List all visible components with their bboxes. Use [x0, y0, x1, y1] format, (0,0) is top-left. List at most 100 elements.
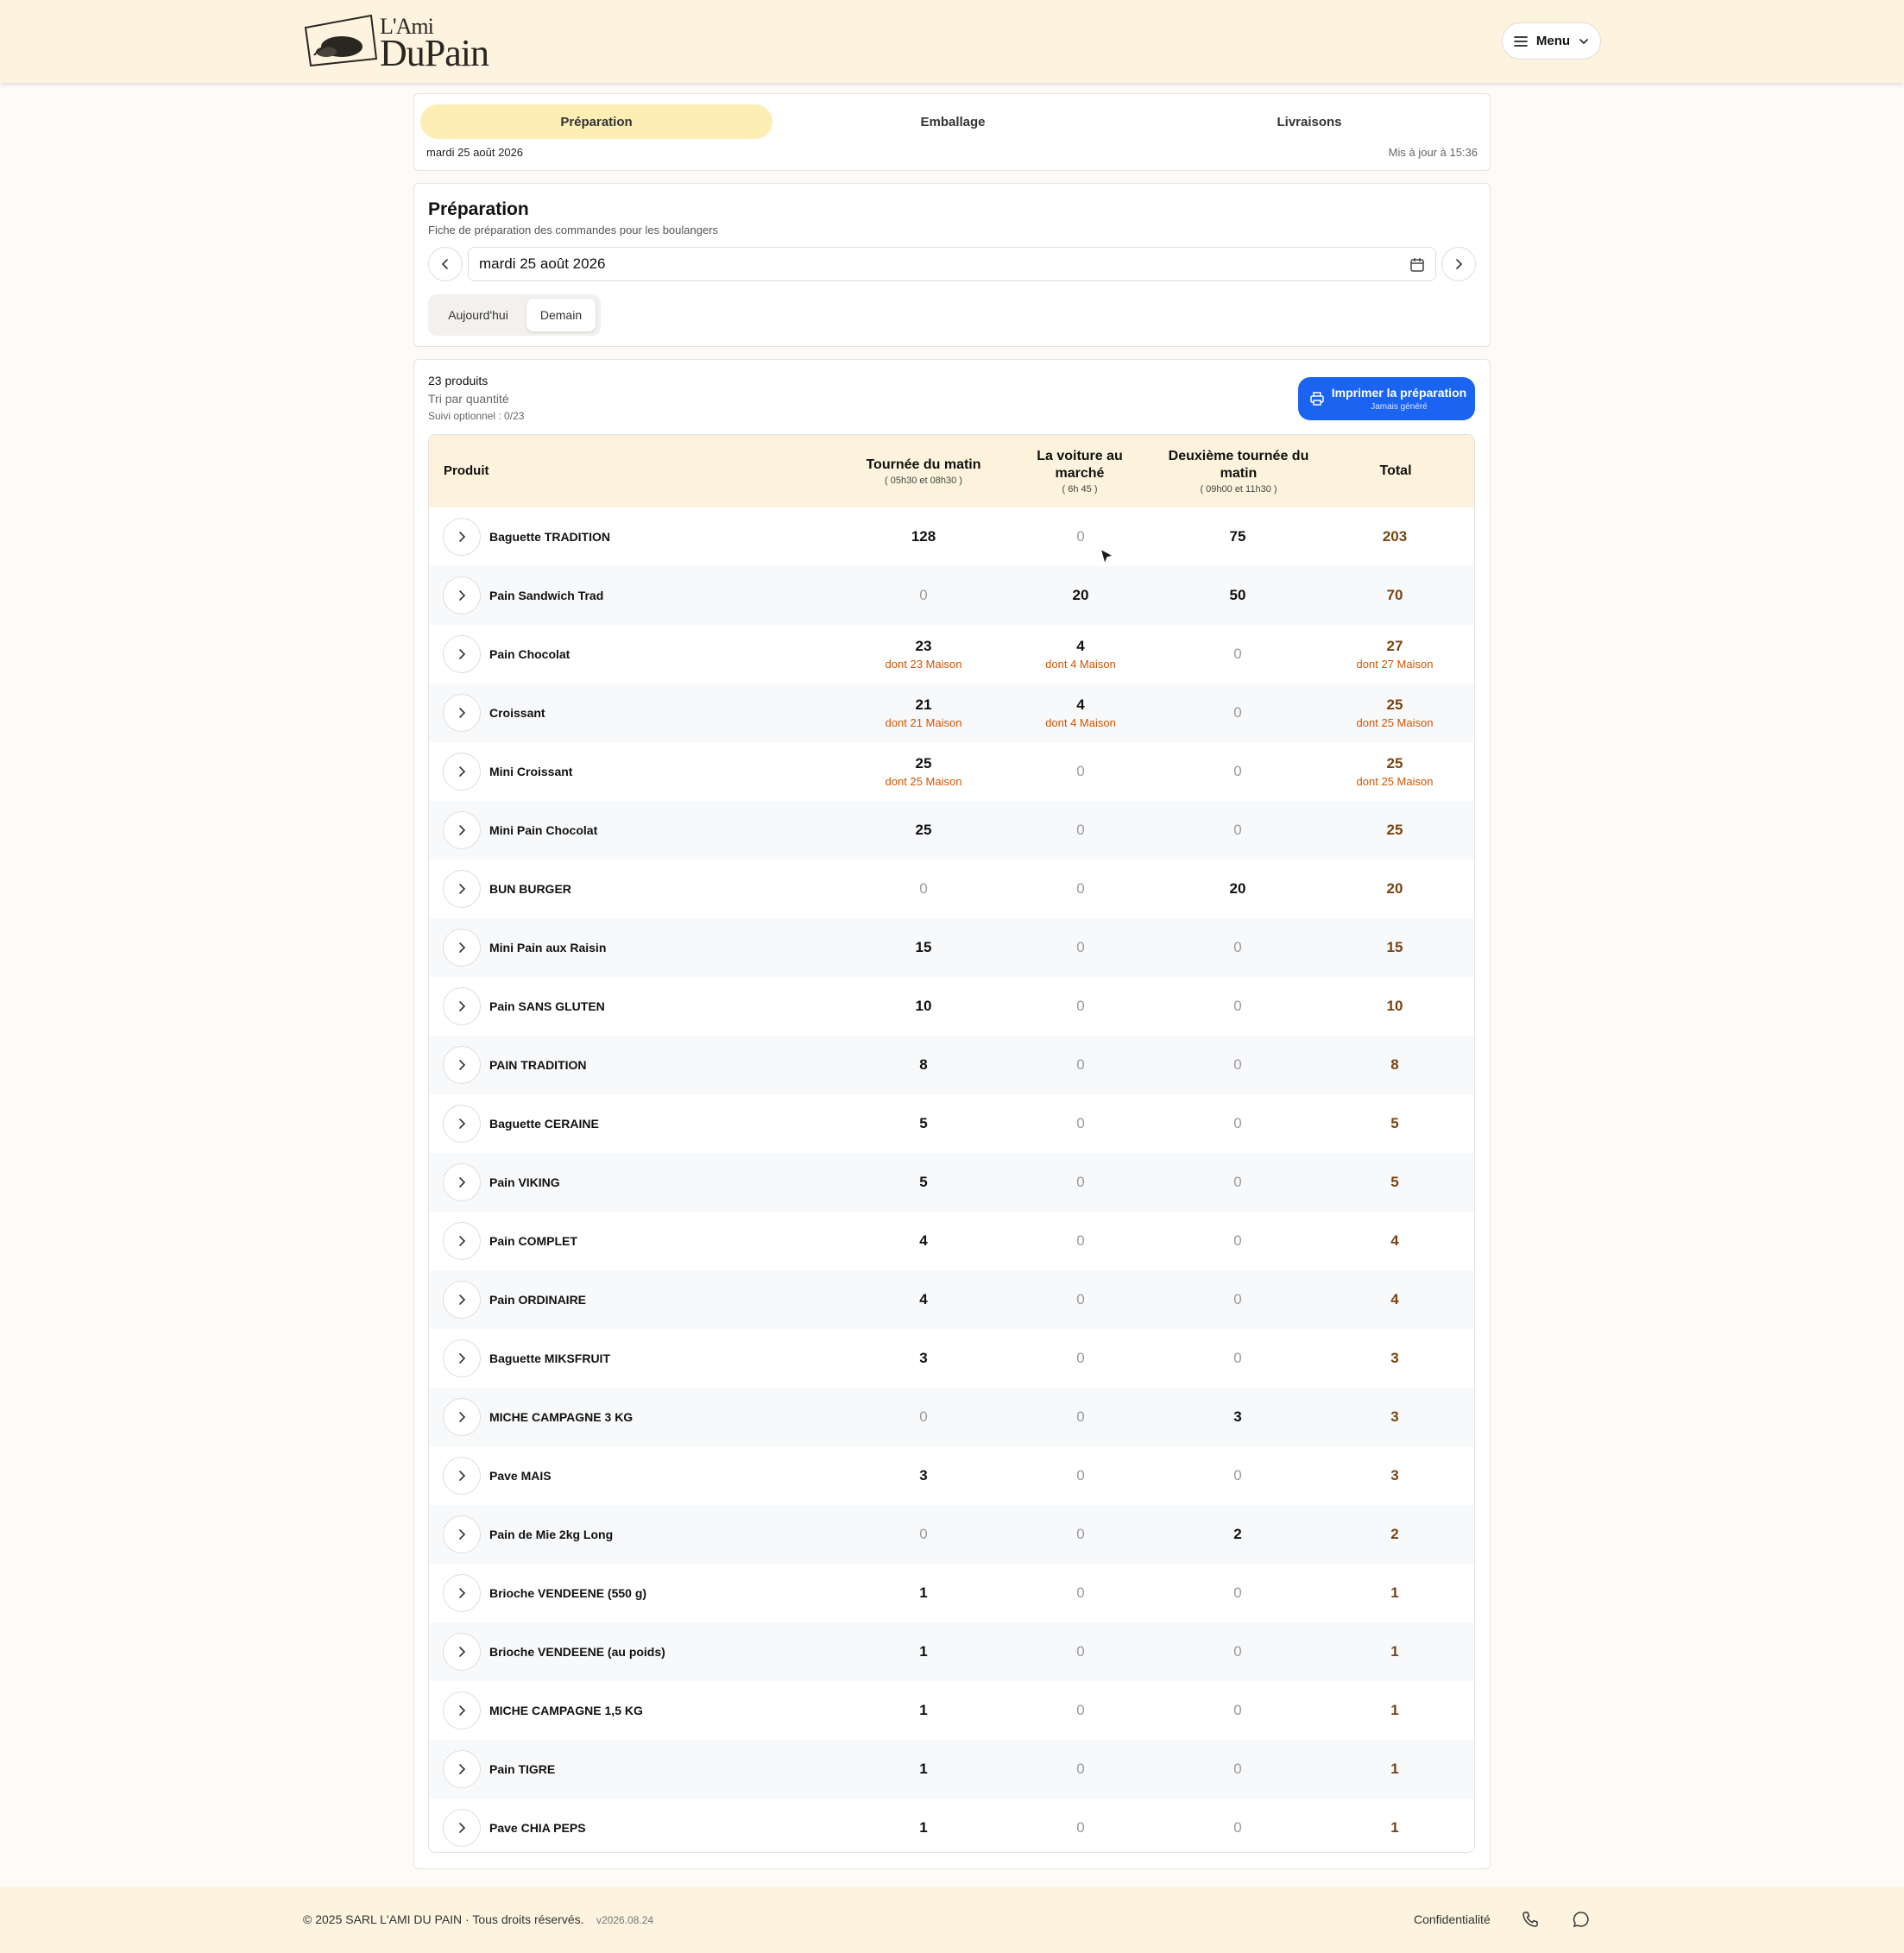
- privacy-link[interactable]: Confidentialité: [1414, 1912, 1491, 1926]
- tab-livraisons[interactable]: Livraisons: [1133, 104, 1485, 139]
- qty-market: 0: [1003, 1505, 1158, 1564]
- expand-row-button[interactable]: [443, 1163, 481, 1201]
- expand-row-button[interactable]: [443, 1339, 481, 1377]
- prev-day-button[interactable]: [428, 247, 463, 281]
- chevron-right-icon: [459, 1001, 466, 1011]
- qty-morning: 25: [846, 801, 1001, 860]
- qty-value: 0: [1076, 1584, 1085, 1601]
- qty-morning: 21 dont 21 Maison: [846, 684, 1001, 742]
- qty-market: 4 dont 4 Maison: [1003, 625, 1158, 684]
- qty-value: 0: [1233, 1291, 1242, 1307]
- qty-total: 1: [1317, 1681, 1472, 1740]
- app-footer: © 2025 SARL L'AMI DU PAIN · Tous droits …: [0, 1887, 1904, 1953]
- qty-market: 0: [1003, 1799, 1158, 1852]
- table-row: Mini Croissant 25 dont 25 Maison 0 0 25 dont 2…: [429, 742, 1474, 801]
- qty-value: 0: [1076, 1232, 1085, 1249]
- product-name: Pain SANS GLUTEN: [489, 999, 605, 1013]
- menu-label: Menu: [1535, 34, 1571, 48]
- expand-row-button[interactable]: [443, 1750, 481, 1788]
- today-button[interactable]: Aujourd'hui: [432, 299, 524, 331]
- qty-second: 0: [1160, 977, 1315, 1036]
- qty-value: 15: [1386, 939, 1403, 955]
- expand-row-button[interactable]: [443, 753, 481, 791]
- col-total: Total: [1340, 435, 1452, 507]
- qty-morning: 0: [846, 1505, 1001, 1564]
- tab-emballage[interactable]: Emballage: [777, 104, 1129, 139]
- product-name: Baguette MIKSFRUIT: [489, 1351, 610, 1365]
- expand-row-button[interactable]: [443, 1574, 481, 1612]
- qty-value: 8: [919, 1056, 928, 1073]
- qty-total: 203: [1317, 507, 1472, 566]
- qty-value: 1: [919, 1643, 928, 1660]
- expand-row-button[interactable]: [443, 694, 481, 732]
- expand-row-button[interactable]: [443, 635, 481, 673]
- qty-value: 2: [1390, 1526, 1399, 1542]
- qty-total: 3: [1317, 1388, 1472, 1446]
- last-updated: Mis à jour à 15:36: [1388, 146, 1478, 159]
- expand-row-button[interactable]: [443, 987, 481, 1025]
- expand-row-button[interactable]: [443, 1222, 481, 1260]
- qty-morning: 8: [846, 1036, 1001, 1094]
- col-product-title: Produit: [444, 463, 489, 478]
- maison-note: dont 25 Maison: [1356, 716, 1434, 729]
- expand-row-button[interactable]: [443, 1515, 481, 1553]
- logo-text: L'Ami DuPain: [380, 16, 489, 72]
- qty-second: 0: [1160, 1094, 1315, 1153]
- phone-icon[interactable]: [1522, 1911, 1539, 1928]
- tab-preparation[interactable]: Préparation: [420, 104, 772, 139]
- expand-row-button[interactable]: [443, 1692, 481, 1729]
- table-row: Mini Pain Chocolat 25 0 0 25: [429, 801, 1474, 860]
- next-day-button[interactable]: [1441, 247, 1476, 281]
- qty-value: 4: [919, 1291, 928, 1307]
- qty-second: 0: [1160, 1446, 1315, 1505]
- logo-line2: DuPain: [380, 32, 489, 74]
- tomorrow-button[interactable]: Demain: [526, 299, 596, 331]
- qty-market: 0: [1003, 1153, 1158, 1212]
- qty-second: 0: [1160, 1036, 1315, 1094]
- qty-value: 0: [1076, 1056, 1085, 1073]
- chevron-right-icon: [459, 1236, 466, 1246]
- expand-row-button[interactable]: [443, 1398, 481, 1436]
- product-name: MICHE CAMPAGNE 3 KG: [489, 1410, 634, 1424]
- qty-total: 4: [1317, 1270, 1472, 1329]
- qty-value: 0: [1076, 822, 1085, 838]
- table-row: Pain de Mie 2kg Long 0 0 2 2: [429, 1505, 1474, 1564]
- expand-row-button[interactable]: [443, 1809, 481, 1847]
- preparation-table: Produit Tournée du matin ( 05h30 et 08h30…: [428, 434, 1475, 1853]
- calendar-icon[interactable]: [1409, 257, 1425, 273]
- qty-morning: 0: [846, 566, 1001, 625]
- expand-row-button[interactable]: [443, 811, 481, 849]
- expand-row-button[interactable]: [443, 1281, 481, 1319]
- chevron-left-icon: [441, 259, 448, 269]
- table-row: Pain COMPLET 4 0 0 4: [429, 1212, 1474, 1270]
- qty-value: 5: [919, 1174, 928, 1190]
- qty-value: 4: [1076, 696, 1085, 713]
- qty-market: 0: [1003, 742, 1158, 801]
- expand-row-button[interactable]: [443, 929, 481, 967]
- print-preparation-button[interactable]: Imprimer la préparation Jamais généré: [1298, 377, 1475, 420]
- qty-value: 23: [915, 638, 932, 654]
- qty-value: 203: [1382, 528, 1408, 545]
- expand-row-button[interactable]: [443, 1105, 481, 1143]
- qty-total: 25 dont 25 Maison: [1317, 742, 1472, 801]
- menu-button[interactable]: Menu: [1502, 22, 1601, 60]
- expand-row-button[interactable]: [443, 870, 481, 908]
- date-picker-input[interactable]: mardi 25 août 2026: [468, 247, 1436, 281]
- expand-row-button[interactable]: [443, 518, 481, 556]
- qty-second: 0: [1160, 801, 1315, 860]
- chat-icon[interactable]: [1573, 1911, 1590, 1928]
- expand-row-button[interactable]: [443, 1633, 481, 1671]
- table-row: BUN BURGER 0 0 20 20: [429, 860, 1474, 918]
- qty-value: 0: [1233, 1467, 1242, 1484]
- qty-value: 0: [1076, 939, 1085, 955]
- brand-logo[interactable]: L'Ami DuPain: [302, 12, 502, 72]
- expand-row-button[interactable]: [443, 576, 481, 614]
- qty-market: 0: [1003, 1388, 1158, 1446]
- product-name: Pain VIKING: [489, 1175, 560, 1189]
- expand-row-button[interactable]: [443, 1457, 481, 1495]
- qty-total: 8: [1317, 1036, 1472, 1094]
- col-market-sub: ( 6h 45 ): [1062, 484, 1098, 495]
- col-market-car: La voiture au marché ( 6h 45 ): [1016, 435, 1144, 507]
- expand-row-button[interactable]: [443, 1046, 481, 1084]
- qty-value: 10: [1386, 998, 1403, 1014]
